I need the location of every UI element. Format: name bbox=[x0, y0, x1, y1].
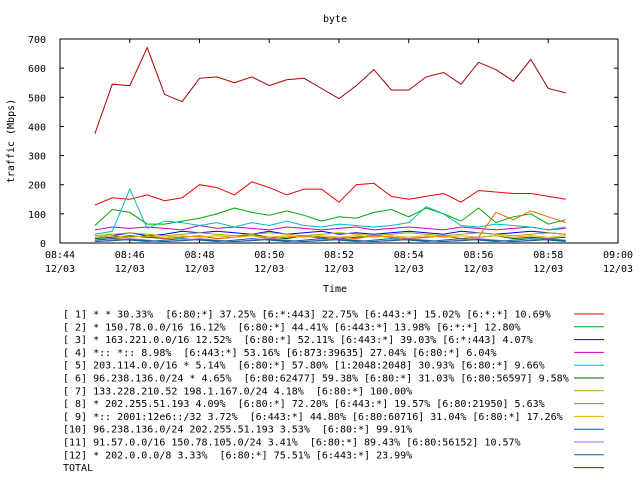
x-tick-date-label: 12/03 bbox=[603, 264, 633, 275]
y-axis-label: traffic (Mbps) bbox=[6, 99, 17, 183]
y-tick-label: 200 bbox=[28, 181, 46, 192]
y-tick-label: 100 bbox=[28, 210, 46, 221]
x-tick-label: 09:00 bbox=[603, 250, 633, 261]
legend-label: [10] 96.238.136.0/24 202.255.51.193 3.53… bbox=[63, 425, 412, 436]
legend-label: [12] * 202.0.0.0/8 3.33% [6:80:*] 75.51%… bbox=[63, 450, 412, 461]
series-line-13 bbox=[94, 46, 566, 134]
series-line-4 bbox=[94, 224, 566, 231]
legend-label: [ 4] *:: *:: 8.98% [6:443:*] 53.16% [6:8… bbox=[63, 348, 496, 359]
y-tick-label: 600 bbox=[28, 64, 46, 75]
x-tick-label: 08:44 bbox=[45, 250, 75, 261]
y-tick-label: 0 bbox=[40, 239, 46, 250]
x-tick-date-label: 12/03 bbox=[45, 264, 75, 275]
x-tick-label: 08:48 bbox=[184, 250, 214, 261]
y-tick-label: 400 bbox=[28, 122, 46, 133]
series-line-2 bbox=[94, 207, 566, 226]
legend-label: [ 8] * 202.255.51.193 4.09% [6:80:*] 72.… bbox=[63, 399, 545, 410]
x-tick-date-label: 12/03 bbox=[463, 264, 493, 275]
traffic-chart: byte traffic (Mbps) Time 0 100 200 300 400 50… bbox=[6, 14, 633, 474]
legend: [ 1] * * 30.33% [6:80:*] 37.25% [6:*:443… bbox=[63, 310, 604, 474]
chart-title: byte bbox=[323, 14, 347, 25]
y-tick-label: 300 bbox=[28, 152, 46, 163]
x-tick-date-label: 12/03 bbox=[324, 264, 354, 275]
x-tick-label: 08:54 bbox=[394, 250, 424, 261]
x-tick-date-label: 12/03 bbox=[394, 264, 424, 275]
legend-label: [ 1] * * 30.33% [6:80:*] 37.25% [6:*:443… bbox=[63, 310, 551, 321]
legend-label: [ 2] * 150.78.0.0/16 16.12% [6:80:*] 44.… bbox=[63, 322, 521, 333]
series-layer bbox=[94, 46, 566, 243]
y-tick-label: 700 bbox=[28, 35, 46, 46]
x-tick-label: 08:52 bbox=[324, 250, 354, 261]
legend-label: [ 9] *:: 2001:12e6::/32 3.72% [6:443:*] … bbox=[63, 412, 563, 423]
legend-label: TOTAL bbox=[63, 463, 93, 474]
legend-label: [ 5] 203.114.0.0/16 * 5.14% [6:80:*] 57.… bbox=[63, 361, 545, 372]
x-tick-date-label: 12/03 bbox=[115, 264, 145, 275]
x-tick-label: 08:56 bbox=[463, 250, 493, 261]
x-tick-date-label: 12/03 bbox=[184, 264, 214, 275]
legend-label: [ 7] 133.228.210.52 198.1.167.0/24 4.18%… bbox=[63, 386, 412, 397]
legend-label: [ 3] * 163.221.0.0/16 12.52% [6:80:*] 52… bbox=[63, 335, 533, 346]
series-line-1 bbox=[94, 181, 566, 206]
x-tick-date-label: 12/03 bbox=[533, 264, 563, 275]
legend-label: [11] 91.57.0.0/16 150.78.105.0/24 3.41% … bbox=[63, 438, 521, 449]
x-tick-label: 08:50 bbox=[254, 250, 284, 261]
legend-label: [ 6] 96.238.136.0/24 * 4.65% [6:80:62477… bbox=[63, 374, 569, 385]
x-tick-date-label: 12/03 bbox=[254, 264, 284, 275]
x-tick-label: 08:46 bbox=[115, 250, 145, 261]
y-tick-label: 500 bbox=[28, 93, 46, 104]
x-axis-label: Time bbox=[323, 284, 347, 295]
x-tick-label: 08:58 bbox=[533, 250, 563, 261]
